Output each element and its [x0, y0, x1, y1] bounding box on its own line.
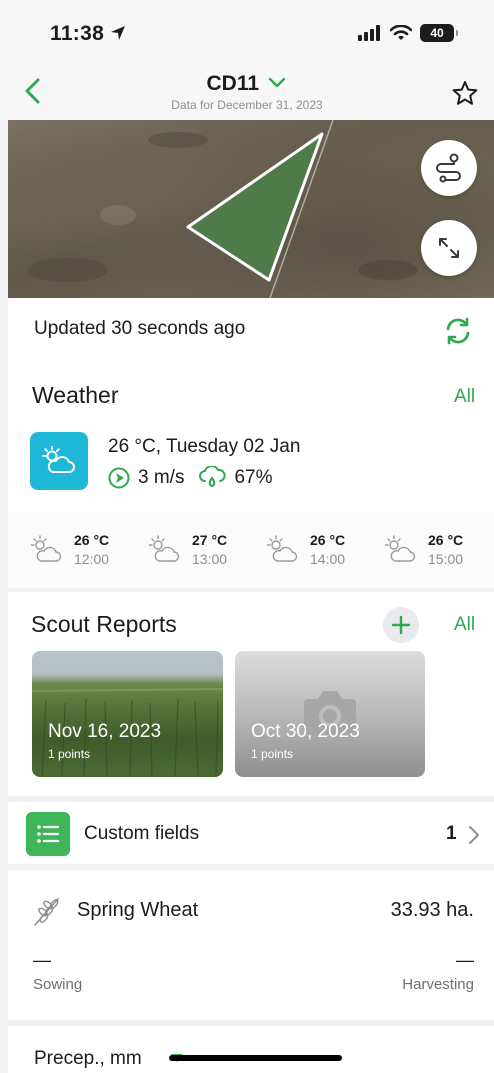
field-boundary[interactable] — [8, 120, 494, 298]
crop-area: 33.93 ha. — [390, 899, 474, 921]
weather-title: Weather — [32, 382, 119, 408]
precipitation-chance: 67% — [234, 467, 273, 488]
chevron-right-icon — [469, 826, 479, 844]
custom-fields-label: Custom fields — [84, 823, 200, 844]
report-points: 1 points — [251, 747, 294, 761]
field-map[interactable] — [8, 120, 494, 298]
status-bar: 11:38 40 — [0, 0, 494, 70]
forecast-time: 14:00 — [310, 551, 346, 567]
partly-cloudy-icon — [384, 535, 416, 562]
sowing-value: — — [33, 950, 51, 970]
route-button[interactable] — [421, 140, 477, 196]
forecast-temp: 26 °C — [74, 532, 110, 548]
current-weather: 26 °C, Tuesday 02 Jan — [108, 436, 301, 457]
crop-name: Spring Wheat — [77, 899, 199, 921]
wind-speed: 3 m/s — [138, 467, 185, 488]
custom-fields-count: 1 — [446, 823, 457, 844]
scout-report-card[interactable]: Nov 16, 2023 1 points — [32, 651, 223, 777]
forecast-temp: 26 °C — [428, 532, 464, 548]
field-selector[interactable]: CD11 — [0, 72, 494, 96]
hourly-forecast[interactable]: 26 °C 12:00 27 °C 13:00 26 °C 14:00 26 °… — [8, 512, 494, 588]
forecast-item: 26 °C 14:00 — [266, 530, 376, 570]
forecast-item: 26 °C 12:00 — [30, 530, 140, 570]
forecast-time: 15:00 — [428, 551, 464, 567]
partly-cloudy-icon — [30, 535, 62, 562]
scout-all-link[interactable]: All — [454, 614, 475, 636]
field-name: CD11 — [206, 72, 260, 95]
chevron-down-icon — [269, 77, 286, 88]
harvesting-label: Harvesting — [402, 976, 474, 993]
nav-bar: CD11 Data for December 31, 2023 — [0, 70, 494, 120]
plus-icon — [391, 615, 411, 635]
forecast-time: 13:00 — [192, 551, 228, 567]
forecast-temp: 27 °C — [192, 532, 228, 548]
status-indicators: 40 — [358, 24, 458, 42]
partly-cloudy-icon — [148, 535, 180, 562]
custom-fields-tile — [26, 812, 70, 856]
forecast-item: 27 °C 13:00 — [148, 530, 258, 570]
partly-cloudy-icon — [42, 446, 75, 473]
scout-report-card[interactable]: Oct 30, 2023 1 points — [235, 651, 425, 777]
report-date: Oct 30, 2023 — [251, 721, 360, 742]
expand-icon — [439, 238, 459, 258]
harvesting-value: — — [456, 950, 474, 970]
refresh-icon — [446, 317, 470, 345]
sowing-label: Sowing — [33, 976, 83, 993]
partly-cloudy-icon — [266, 535, 298, 562]
report-date: Nov 16, 2023 — [48, 721, 162, 742]
data-date-subtitle: Data for December 31, 2023 — [171, 98, 323, 112]
crop-card — [8, 870, 494, 1020]
expand-map-button[interactable] — [421, 220, 477, 276]
weather-details: 3 m/s 67% — [108, 466, 272, 490]
signal-icon — [358, 25, 380, 41]
wifi-icon — [390, 25, 412, 40]
forecast-time: 12:00 — [74, 551, 110, 567]
wind-direction-icon — [108, 467, 130, 489]
report-points: 1 points — [48, 747, 91, 761]
scout-reports-title: Scout Reports — [31, 611, 177, 637]
battery-icon: 40 — [420, 24, 458, 42]
precipitation-label: Precep., mm — [34, 1048, 142, 1069]
refresh-button[interactable] — [443, 316, 473, 351]
status-time: 11:38 — [50, 22, 126, 46]
rain-cloud-icon — [199, 466, 227, 488]
wheat-icon — [34, 898, 59, 926]
location-arrow-icon — [111, 26, 126, 40]
weather-tile — [30, 432, 88, 490]
home-indicator[interactable] — [169, 1055, 342, 1061]
weather-all-link[interactable]: All — [454, 386, 475, 408]
time-text: 11:38 — [50, 22, 105, 45]
battery-level: 40 — [430, 26, 444, 40]
list-icon — [37, 825, 60, 843]
custom-fields-row[interactable] — [8, 802, 494, 864]
route-icon — [436, 153, 461, 183]
add-scout-report-button[interactable] — [383, 607, 419, 643]
favorite-button[interactable] — [452, 80, 478, 111]
star-icon — [452, 81, 478, 105]
forecast-item: 26 °C 15:00 — [384, 530, 494, 570]
forecast-temp: 26 °C — [310, 532, 346, 548]
updated-text: Updated 30 seconds ago — [34, 318, 246, 339]
